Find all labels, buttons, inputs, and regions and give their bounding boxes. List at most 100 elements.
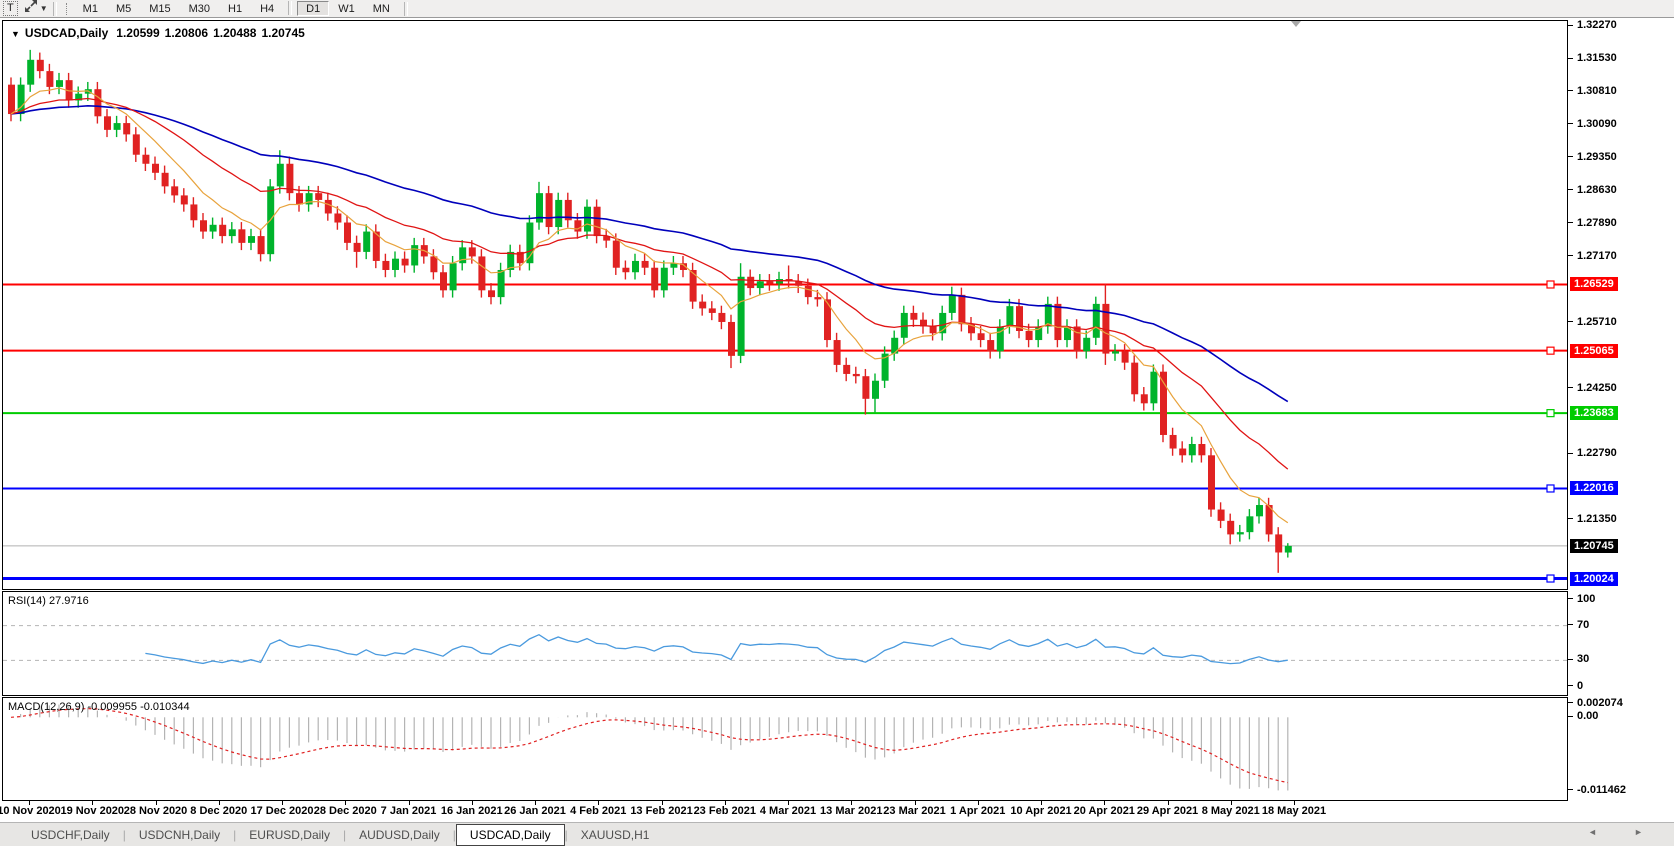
chart-tab-bar: USDCHF,Daily|USDCNH,Daily|EURUSD,Daily|A…	[0, 822, 1674, 846]
axis-tick-mark	[1568, 624, 1573, 625]
axis-tick-label: 1.22790	[1577, 447, 1617, 459]
axis-tick-label: 30	[1577, 653, 1589, 665]
price-level-chip: 1.25065	[1570, 344, 1618, 358]
price-level-chip: 1.23683	[1570, 406, 1618, 420]
date-label: 8 May 2021	[1202, 805, 1260, 817]
timeframe-button-h1[interactable]: H1	[219, 1, 251, 16]
axis-tick-label: 1.27170	[1577, 250, 1617, 262]
price-level-chip: 1.20024	[1570, 572, 1618, 586]
chart-tab-eurusd[interactable]: EURUSD,Daily	[236, 825, 343, 845]
top-toolbar: T ▼ M1M5M15M30H1H4 D1W1MN	[0, 0, 1674, 18]
date-label: 18 May 2021	[1262, 805, 1326, 817]
macd-header: MACD(12,26,9) -0.009955 -0.010344	[8, 701, 190, 713]
date-label: 29 Apr 2021	[1137, 805, 1198, 817]
toolbar-separator	[53, 2, 57, 16]
axis-tick-mark	[1568, 90, 1573, 91]
axis-tick-mark	[1568, 659, 1573, 660]
axis-tick-mark	[1568, 156, 1573, 157]
ohlc-high: 1.20806	[165, 26, 208, 40]
date-label: 1 Apr 2021	[950, 805, 1005, 817]
toolbar-separator	[404, 2, 408, 16]
timeframe-button-w1[interactable]: W1	[329, 1, 364, 16]
axis-tick-mark	[1568, 702, 1573, 703]
price-level-chip: 1.26529	[1570, 277, 1618, 291]
chart-title: ▼ USDCAD,Daily 1.20599 1.20806 1.20488 1.2074…	[11, 26, 305, 40]
date-label: 19 Nov 2020	[60, 805, 124, 817]
collapse-arrow-icon[interactable]: ▼	[11, 29, 20, 39]
rsi-indicator-panel[interactable]: RSI(14) 27.9716	[2, 591, 1568, 696]
date-label: 10 Nov 2020	[0, 805, 61, 817]
date-label: 13 Feb 2021	[630, 805, 692, 817]
axis-tick-mark	[1568, 189, 1573, 190]
chart-symbol-period: USDCAD,Daily	[25, 26, 108, 40]
axis-tick-label: 1.29350	[1577, 151, 1617, 163]
timeframe-button-m5[interactable]: M5	[107, 1, 140, 16]
date-label: 4 Feb 2021	[570, 805, 626, 817]
toolbar-separator	[288, 1, 292, 15]
timeframe-button-mn[interactable]: MN	[364, 1, 399, 16]
axis-tick-mark	[1568, 518, 1573, 519]
macd-chart-surface[interactable]	[3, 698, 1567, 800]
chart-tab-xauusd[interactable]: XAUUSD,H1	[568, 825, 663, 845]
main-chart-panel[interactable]: ▼ USDCAD,Daily 1.20599 1.20806 1.20488 1.2074…	[2, 20, 1568, 590]
axis-tick-mark	[1568, 222, 1573, 223]
timeframe-button-m1[interactable]: M1	[74, 1, 107, 16]
tab-scroll-left-icon[interactable]: ◄	[1588, 827, 1597, 837]
rsi-chart-surface[interactable]	[3, 592, 1567, 695]
ohlc-open: 1.20599	[116, 26, 159, 40]
axis-tick-label: 1.27890	[1577, 217, 1617, 229]
axis-tick-mark	[1568, 716, 1573, 717]
date-label: 23 Feb 2021	[694, 805, 756, 817]
chart-tab-usdcad[interactable]: USDCAD,Daily	[456, 824, 565, 846]
axis-tick-mark	[1568, 387, 1573, 388]
date-label: 16 Jan 2021	[441, 805, 503, 817]
date-label: 17 Dec 2020	[251, 805, 314, 817]
ohlc-low: 1.20488	[213, 26, 256, 40]
chart-tab-usdchf[interactable]: USDCHF,Daily	[18, 825, 123, 845]
axis-tick-label: -0.011462	[1577, 784, 1626, 796]
time-axis[interactable]: 10 Nov 202019 Nov 202028 Nov 20208 Dec 2…	[2, 801, 1568, 819]
candlestick-chart-surface[interactable]	[3, 21, 1567, 589]
timeframe-button-d1[interactable]: D1	[297, 1, 329, 16]
macd-indicator-panel[interactable]: MACD(12,26,9) -0.009955 -0.010344	[2, 697, 1568, 801]
axis-tick-mark	[1568, 321, 1573, 322]
axis-tick-label: 100	[1577, 593, 1595, 605]
date-label: 28 Dec 2020	[314, 805, 377, 817]
axis-tick-mark	[1568, 685, 1573, 686]
t-tool-button[interactable]: T	[3, 1, 18, 16]
date-label: 20 Apr 2021	[1074, 805, 1135, 817]
chevron-down-icon: ▼	[40, 4, 48, 13]
date-label: 10 Apr 2021	[1010, 805, 1071, 817]
cursor-arrows-tool-button[interactable]: ▼	[24, 0, 48, 18]
axis-tick-label: 0	[1577, 680, 1583, 692]
axis-tick-mark	[1568, 58, 1573, 59]
axis-tick-label: 1.32270	[1577, 19, 1617, 31]
axis-tick-label: 1.24250	[1577, 382, 1617, 394]
timeframe-button-h4[interactable]: H4	[251, 1, 283, 16]
price-level-chip: 1.20745	[1570, 539, 1618, 553]
toolbar-grip	[66, 3, 70, 15]
axis-tick-label: 0.002074	[1577, 697, 1623, 709]
axis-tick-label: 1.21350	[1577, 513, 1617, 525]
timeframe-button-m15[interactable]: M15	[140, 1, 179, 16]
axis-tick-mark	[1568, 453, 1573, 454]
price-axis[interactable]: 1.265291.250651.236831.220161.200241.322…	[1568, 20, 1674, 801]
tab-scroll-right-icon[interactable]: ►	[1634, 827, 1643, 837]
axis-tick-mark	[1568, 123, 1573, 124]
rsi-header: RSI(14) 27.9716	[8, 595, 89, 607]
ohlc-close: 1.20745	[261, 26, 304, 40]
axis-tick-mark	[1568, 598, 1573, 599]
date-label: 8 Dec 2020	[190, 805, 247, 817]
chart-tab-audusd[interactable]: AUDUSD,Daily	[346, 825, 453, 845]
date-label: 7 Jan 2021	[381, 805, 437, 817]
axis-tick-label: 1.28630	[1577, 184, 1617, 196]
axis-tick-mark	[1568, 25, 1573, 26]
timeframe-button-group: M1M5M15M30H1H4 D1W1MN	[74, 1, 399, 16]
chart-tab-usdcnh[interactable]: USDCNH,Daily	[126, 825, 233, 845]
axis-tick-label: 70	[1577, 619, 1589, 631]
timeframe-button-m30[interactable]: M30	[180, 1, 219, 16]
date-label: 4 Mar 2021	[760, 805, 816, 817]
date-label: 23 Mar 2021	[883, 805, 945, 817]
axis-tick-label: 1.25710	[1577, 316, 1617, 328]
chart-shift-marker-icon[interactable]	[1291, 21, 1301, 27]
